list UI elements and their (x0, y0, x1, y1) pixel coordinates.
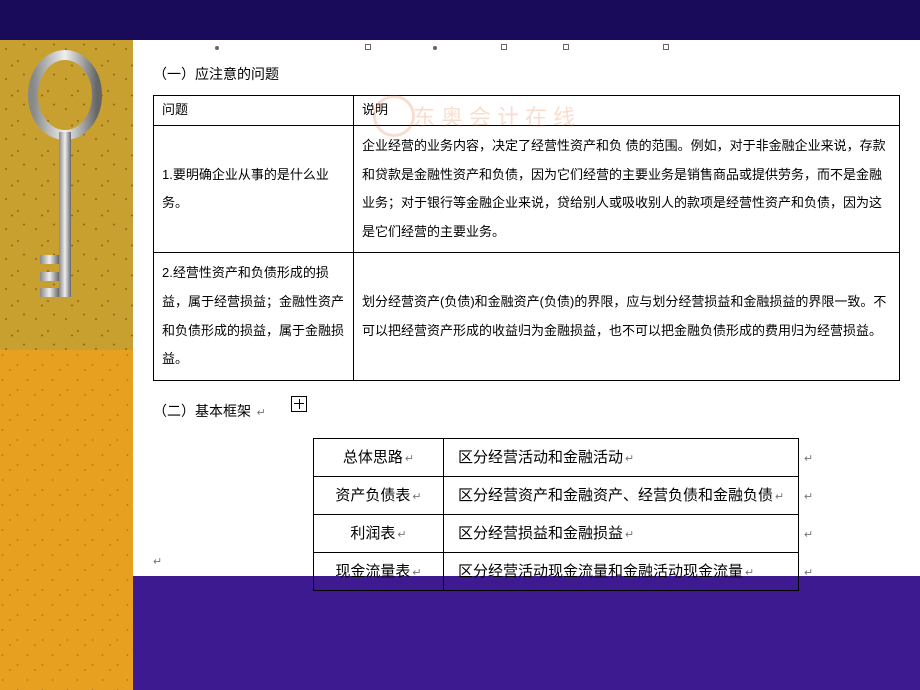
row-return-mark: ↵ (804, 488, 813, 508)
content-area: 东奥会计在线 （一）应注意的问题 问题 说明 1.要明确企业从事的是什么业务。 … (133, 40, 920, 576)
fw-desc-1: 区分经营活动和金融活动↵ (444, 438, 799, 476)
cell-q2: 2.经营性资产和负债形成的损益，属于经营损益；金融性资产和负债形成的损益，属于金… (154, 253, 354, 380)
cell-a1: 企业经营的业务内容，决定了经营性资产和负 债的范围。例如，对于非金融企业来说，存… (354, 125, 900, 252)
row-return-mark: ↵ (804, 450, 813, 470)
texture (0, 350, 133, 690)
row-return-mark: ↵ (804, 564, 813, 584)
end-return-mark: ↵ (153, 555, 162, 568)
fw-label-3: 利润表↵ (314, 514, 444, 552)
sidebar (0, 40, 133, 690)
table-row: 资产负债表↵ 区分经营资产和金融资产、经营负债和金融负债↵ (314, 476, 799, 514)
section2-title: （二）基本框架 (153, 403, 251, 419)
framework-table: 总体思路↵ 区分经营活动和金融活动↵ 资产负债表↵ 区分经营资产和金融资产、经营… (313, 438, 799, 591)
fw-desc-4: 区分经营活动现金流量和金融活动现金流量↵ (444, 552, 799, 590)
fw-desc-2: 区分经营资产和金融资产、经营负债和金融负债↵ (444, 476, 799, 514)
row-return-mark: ↵ (804, 526, 813, 546)
top-band (0, 0, 920, 40)
table-row: 利润表↵ 区分经营损益和金融损益↵ (314, 514, 799, 552)
key-image-panel (0, 40, 133, 350)
fw-label-4: 现金流量表↵ (314, 552, 444, 590)
top-edit-marks (133, 42, 920, 56)
table-row: 现金流量表↵ 区分经营活动现金流量和金融活动现金流量↵ (314, 552, 799, 590)
section1-title: （一）应注意的问题 (153, 62, 900, 87)
section2: （二）基本框架 ↵ 总体思路↵ 区分经营活动和金融活动↵ 资产负债表↵ 区分经营… (153, 399, 900, 591)
cell-a2: 划分经营资产(负债)和金融资产(负债)的界限，应与划分经营损益和金融损益的界限一… (354, 253, 900, 380)
fw-label-1: 总体思路↵ (314, 438, 444, 476)
table-row: 总体思路↵ 区分经营活动和金融活动↵ (314, 438, 799, 476)
issues-table: 问题 说明 1.要明确企业从事的是什么业务。 企业经营的业务内容，决定了经营性资… (153, 95, 900, 381)
cell-q1: 1.要明确企业从事的是什么业务。 (154, 125, 354, 252)
move-handle-icon[interactable] (291, 396, 307, 412)
table-row: 1.要明确企业从事的是什么业务。 企业经营的业务内容，决定了经营性资产和负 债的… (154, 125, 900, 252)
table-header-row: 问题 说明 (154, 96, 900, 126)
table-row: 2.经营性资产和负债形成的损益，属于经营损益；金融性资产和负债形成的损益，属于金… (154, 253, 900, 380)
th-explain: 说明 (354, 96, 900, 126)
fw-label-2: 资产负债表↵ (314, 476, 444, 514)
fw-desc-3: 区分经营损益和金融损益↵ (444, 514, 799, 552)
key-icon (20, 50, 110, 340)
th-question: 问题 (154, 96, 354, 126)
return-mark: ↵ (255, 407, 266, 419)
gold-panel (0, 350, 133, 690)
